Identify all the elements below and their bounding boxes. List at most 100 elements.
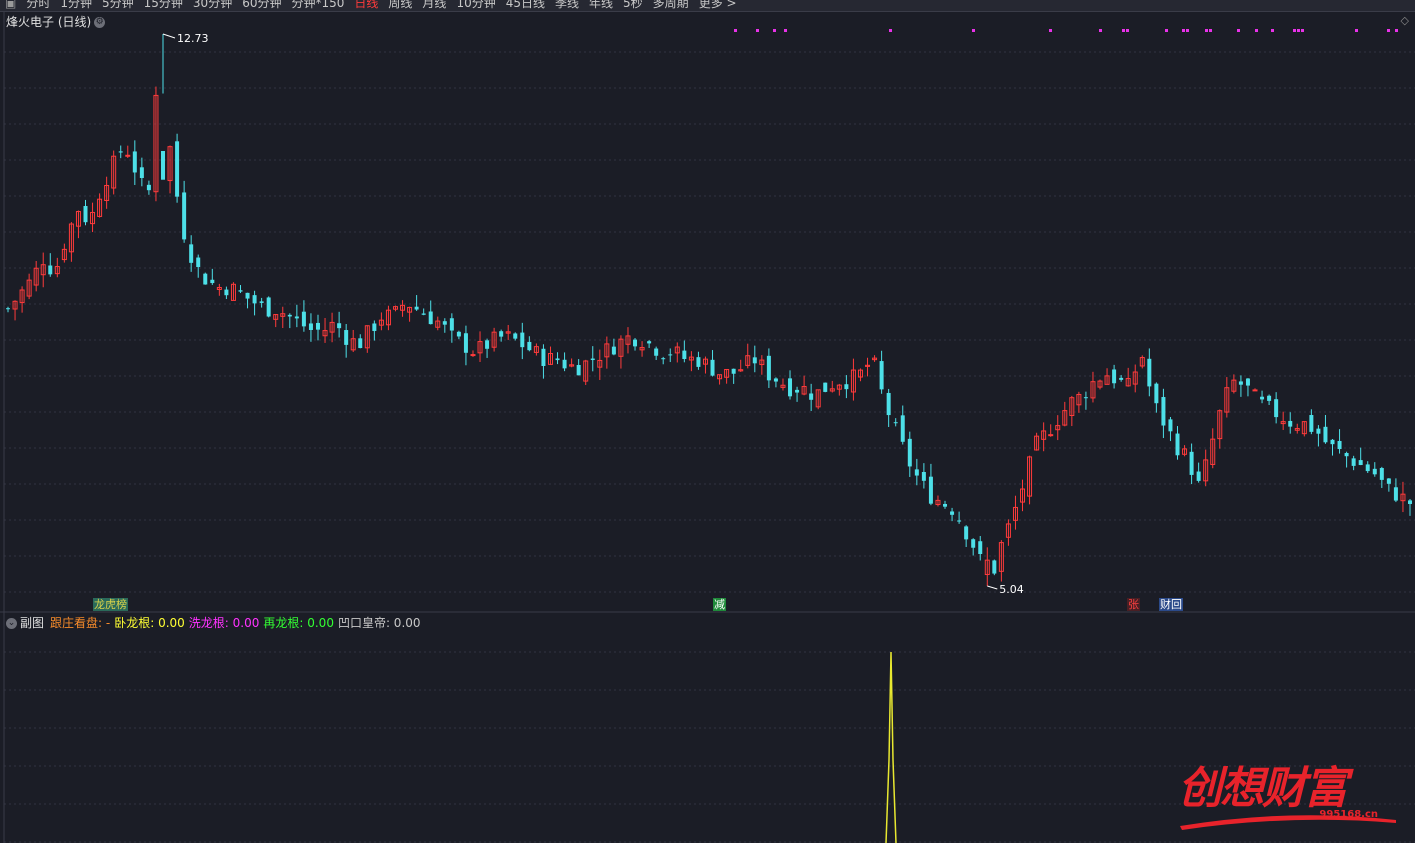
candle-down [731,368,736,374]
event-tag-finance[interactable]: 财回 [1159,598,1183,611]
candle-down [287,314,292,317]
candle-down [795,389,800,393]
legend-item-4: 凹口皇帝: 0.00 [337,616,421,630]
candle-down [661,358,666,360]
signal-marker [889,29,892,32]
candle-down [301,311,306,327]
candle-down [978,541,983,555]
candle-down [499,331,504,337]
candle-down [1337,440,1342,450]
candle-down [139,167,144,179]
candle-down [879,361,884,390]
candle-down [668,354,673,356]
candle-down [950,511,955,515]
candle-down [1260,396,1265,400]
gear-icon[interactable]: ⚙ [94,17,106,28]
signal-marker [756,29,759,32]
candle-down [1365,464,1370,472]
event-tag-rise[interactable]: 张 [1127,598,1140,611]
candle-down [1330,439,1335,445]
signal-marker [773,29,776,32]
candle-down [344,330,349,345]
sub-chart-legend: ⌄ 副图 跟庄看盘: - 卧龙根: 0.00 洗龙根: 0.00 再龙根: 0.00 凹口皇… [6,614,425,631]
candle-down [442,321,447,325]
signal-marker [1122,29,1125,32]
candle-down [146,184,151,191]
candle-down [252,295,257,304]
indicator-spike [885,651,897,843]
candle-down [83,206,88,223]
min-label: 5.04 [999,583,1024,596]
candle-down [907,438,912,467]
candle-down [921,472,926,481]
signal-marker [1271,29,1274,32]
signal-marker [1165,29,1168,32]
candle-down [266,297,271,317]
candle-down [160,151,165,180]
candle-down [238,290,243,292]
candle-down [844,384,849,390]
candle-down [1323,426,1328,443]
candle-down [562,359,567,369]
candle-down [449,318,454,331]
candle-down [1408,500,1412,504]
candle-down [1274,399,1279,418]
signal-marker [1237,29,1240,32]
candle-up [470,354,476,357]
signal-marker [1182,29,1185,32]
candle-down [928,476,933,504]
candle-down [1189,451,1194,475]
candle-down [6,308,10,310]
candle-down [647,341,652,344]
watermark-logo: 创想财富 995168.cn [1178,752,1398,832]
diamond-icon[interactable]: ◇ [1401,14,1409,27]
candle-down [196,257,201,268]
legend-item-3: 再龙根: 0.00 [263,616,334,630]
candle-down [773,378,778,382]
candle-down [210,279,215,284]
candle-down [1351,458,1356,466]
candle-down [1196,471,1201,481]
candle-down [1175,433,1180,456]
candle-down [118,151,123,153]
candle-down [203,273,208,285]
candle-down [463,333,468,353]
candle-down [576,364,581,376]
candle-down [485,340,490,349]
candle-down [1161,397,1166,426]
candle-down [1316,428,1321,434]
signal-marker [1126,29,1129,32]
candle-down [1372,468,1377,475]
candle-down [1168,419,1173,432]
candle-down [590,358,595,361]
signal-marker [1209,29,1212,32]
signal-marker [1297,29,1300,32]
legend-item-1: 卧龙根: 0.00 [114,616,185,630]
chart-canvas[interactable]: 12.73 5.04 [0,0,1415,843]
event-tag-reduce[interactable]: 减 [713,598,726,611]
collapse-icon[interactable]: ⌄ [6,618,17,629]
candle-down [132,151,137,173]
candle-down [428,311,433,325]
candle-down [752,357,757,364]
candle-down [1267,395,1272,401]
candle-down [788,378,793,397]
candle-down [456,331,461,337]
candle-down [633,339,638,347]
candle-down [682,350,687,360]
candle-down [182,192,187,240]
candle-down [1119,377,1124,380]
candle-down [513,333,518,339]
candle-down [224,289,229,296]
signal-marker [972,29,975,32]
candle-down [1386,478,1391,484]
signal-marker [1293,29,1296,32]
main-chart-title: 烽火电子 (日线) ⚙ [6,13,106,30]
candle-down [541,348,546,367]
candle-down [1309,415,1314,432]
candle-down [414,306,419,310]
candle-down [809,393,814,400]
candle-down [1288,420,1293,427]
candle-down [1379,468,1384,480]
event-tag-dragon-tiger[interactable]: 龙虎榜 [93,598,128,611]
